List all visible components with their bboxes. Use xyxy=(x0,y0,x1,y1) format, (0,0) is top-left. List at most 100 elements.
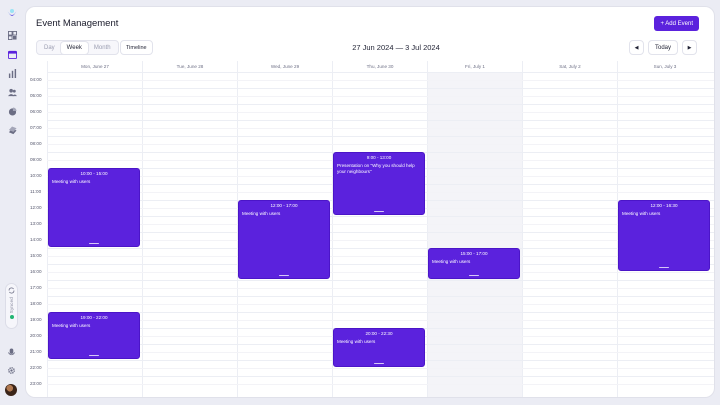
hour-label: 12:00 xyxy=(30,205,42,210)
hour-label: 23:00 xyxy=(30,381,42,386)
week-grid: Mon, June 27 Tue, June 28 Wed, June 29 Thu,… xyxy=(26,61,714,397)
view-switcher: Day Week Month xyxy=(36,40,119,55)
event-title: Meeting with users xyxy=(622,211,661,216)
event-card[interactable]: 9:00 - 13:00 Presentation on "Why you sho… xyxy=(333,152,425,215)
app-window: Synced Event Management + Add Event Day W… xyxy=(0,0,720,405)
chevron-right-icon: ▶ xyxy=(687,44,692,51)
half-hour-gridline xyxy=(47,304,714,305)
day-header: Mon, June 27 xyxy=(47,61,142,72)
dashboard-icon xyxy=(7,31,17,40)
sidebar-item-layers[interactable] xyxy=(5,124,19,137)
day-header: Wed, June 29 xyxy=(237,61,332,72)
page-title: Event Management xyxy=(36,18,119,29)
pie-chart-icon xyxy=(8,107,17,116)
event-time: 9:00 - 13:00 xyxy=(366,155,392,160)
half-hour-gridline xyxy=(47,128,714,129)
hour-gridline xyxy=(47,216,714,217)
day-header: Tue, June 28 xyxy=(142,61,237,72)
hour-label: 22:00 xyxy=(30,365,42,370)
hour-gridline xyxy=(47,72,714,73)
next-week-button[interactable]: ▶ xyxy=(682,40,697,55)
sidebar-item-dashboard[interactable] xyxy=(5,29,19,42)
bar-chart-icon xyxy=(8,69,16,78)
hour-label: 06:00 xyxy=(30,109,42,114)
hour-gridline xyxy=(47,88,714,89)
half-hour-gridline xyxy=(47,256,714,257)
hour-label: 13:00 xyxy=(30,221,42,226)
day-header: Sun, July 3 xyxy=(617,61,712,72)
hour-gridline xyxy=(47,120,714,121)
half-hour-gridline xyxy=(47,272,714,273)
half-hour-gridline xyxy=(47,368,714,369)
sync-status-dot xyxy=(9,315,14,320)
day-header: Sat, July 2 xyxy=(522,61,617,72)
event-card[interactable]: 19:00 - 22:00 Meeting with users xyxy=(48,312,140,359)
layers-icon xyxy=(8,126,17,135)
event-time: 15:00 - 17:00 xyxy=(460,251,488,256)
sidebar-item-users[interactable] xyxy=(5,86,19,99)
half-hour-gridline xyxy=(47,144,714,145)
day-header: Fri, July 1 xyxy=(427,61,522,72)
avatar[interactable] xyxy=(5,384,17,396)
day-header: Thu, June 30 xyxy=(332,61,427,72)
hour-gridline xyxy=(47,296,714,297)
event-title: Meeting with users xyxy=(432,259,471,264)
half-hour-gridline xyxy=(47,288,714,289)
hour-gridline xyxy=(47,248,714,249)
event-time: 12:00 - 17:00 xyxy=(270,203,298,208)
sidebar-item-calendar[interactable] xyxy=(5,48,19,61)
sync-status: Synced xyxy=(5,283,18,329)
hour-label: 21:00 xyxy=(30,349,42,354)
event-title: Meeting with users xyxy=(242,211,281,216)
hour-label: 20:00 xyxy=(30,333,42,338)
timeline-button[interactable]: Timeline xyxy=(120,40,153,55)
event-card[interactable]: 12:00 - 17:00 Meeting with users xyxy=(238,200,330,279)
event-card[interactable]: 20:00 - 22:30 Meeting with users xyxy=(333,328,425,367)
hour-label: 05:00 xyxy=(30,93,42,98)
hour-label: 04:00 xyxy=(30,77,42,82)
hour-label: 11:00 xyxy=(30,189,42,194)
event-resize-handle[interactable] xyxy=(89,243,99,244)
settings-icon[interactable] xyxy=(7,366,16,375)
event-card[interactable]: 10:00 - 15:00 Meeting with users xyxy=(48,168,140,247)
event-resize-handle[interactable] xyxy=(659,267,669,268)
chevron-left-icon: ◀ xyxy=(634,44,639,51)
event-resize-handle[interactable] xyxy=(374,363,384,364)
hour-gridline xyxy=(47,264,714,265)
sidebar-item-analytics[interactable] xyxy=(5,67,19,80)
sidebar-item-reports[interactable] xyxy=(5,105,19,118)
event-card[interactable]: 12:00 - 16:30 Meeting with users xyxy=(618,200,710,271)
sync-icon xyxy=(8,287,15,294)
half-hour-gridline xyxy=(47,384,714,385)
view-option-month[interactable]: Month xyxy=(88,42,117,54)
hour-label: 07:00 xyxy=(30,125,42,130)
calendar-card: Event Management + Add Event Day Week Mont… xyxy=(26,7,714,397)
sidebar: Synced xyxy=(0,0,24,405)
event-card[interactable]: 15:00 - 17:00 Meeting with users xyxy=(428,248,520,279)
half-hour-gridline xyxy=(47,112,714,113)
hour-label: 17:00 xyxy=(30,285,42,290)
hour-gridline xyxy=(47,312,714,313)
event-resize-handle[interactable] xyxy=(469,275,479,276)
hour-gridline xyxy=(47,376,714,377)
sync-label: Synced xyxy=(9,297,14,314)
hour-label: 18:00 xyxy=(30,301,42,306)
event-resize-handle[interactable] xyxy=(89,355,99,356)
add-event-button[interactable]: + Add Event xyxy=(654,16,699,31)
view-option-day[interactable]: Day xyxy=(38,42,61,54)
view-option-week[interactable]: Week xyxy=(60,41,88,54)
half-hour-gridline xyxy=(47,224,714,225)
event-resize-handle[interactable] xyxy=(279,275,289,276)
event-title: Meeting with users xyxy=(337,339,376,344)
date-range: 27 Jun 2024 — 3 Jul 2024 xyxy=(352,43,440,52)
microphone-icon[interactable] xyxy=(7,348,16,357)
users-icon xyxy=(7,88,17,97)
half-hour-gridline xyxy=(47,96,714,97)
today-button[interactable]: Today xyxy=(648,40,678,55)
hour-label: 19:00 xyxy=(30,317,42,322)
previous-week-button[interactable]: ◀ xyxy=(629,40,644,55)
hour-label: 09:00 xyxy=(30,157,42,162)
event-resize-handle[interactable] xyxy=(374,211,384,212)
half-hour-gridline xyxy=(47,240,714,241)
event-title: Presentation on "Why you should help you… xyxy=(337,163,415,174)
